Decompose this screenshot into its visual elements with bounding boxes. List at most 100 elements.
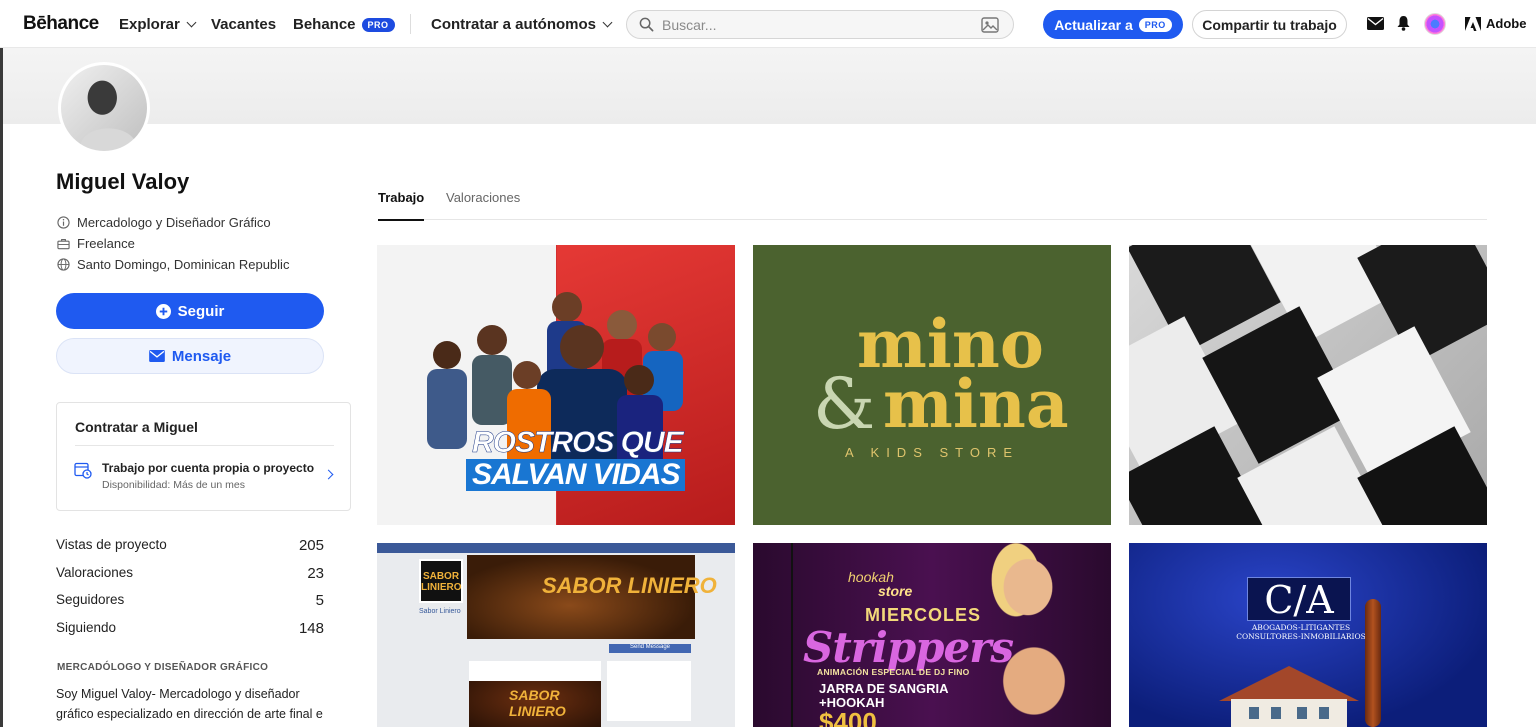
- mail-icon[interactable]: [1367, 17, 1384, 30]
- gavel-illustration: [1365, 599, 1381, 727]
- window-edge: [0, 48, 3, 727]
- search-input[interactable]: [662, 16, 962, 33]
- message-label: Mensaje: [171, 347, 232, 365]
- event-title: Strippers: [803, 623, 1014, 672]
- stat-value: 205: [298, 537, 324, 554]
- calendar-clock-icon: [74, 462, 92, 479]
- profile-avatar-image: [61, 65, 147, 151]
- availability-row: Freelance: [57, 236, 135, 251]
- about-heading: MERCADÓLOGO Y DISEÑADOR GRÁFICO: [57, 662, 269, 673]
- facebook-post: SABOR LINIERO: [469, 661, 601, 727]
- adobe-label: Adobe: [1486, 16, 1527, 31]
- chevron-right-icon: [323, 469, 334, 480]
- hire-card-title: Contratar a Miguel: [75, 419, 198, 435]
- behance-logo[interactable]: Bēhance: [23, 13, 99, 35]
- location-row: Santo Domingo, Dominican Republic: [57, 257, 289, 272]
- facebook-right-column: [607, 661, 691, 721]
- plus-circle-icon: [155, 303, 171, 319]
- follow-button[interactable]: Seguir: [56, 293, 324, 329]
- adobe-logo-icon: [1465, 16, 1481, 31]
- project-card-mino-mina[interactable]: mino & mina A KIDS STORE: [753, 245, 1111, 525]
- chevron-down-icon: [186, 17, 197, 28]
- hire-option-availability: Disponibilidad: Más de un mes: [102, 479, 245, 491]
- hire-card: Contratar a Miguel Trabajo por cuenta pr…: [56, 402, 351, 511]
- subtitle-line1: ABOGADOS-LITIGANTES: [1251, 623, 1351, 632]
- profile-avatar[interactable]: [58, 62, 150, 154]
- divider-line: [791, 543, 793, 727]
- nav-divider: [410, 14, 411, 34]
- share-work-button[interactable]: Compartir tu trabajo: [1192, 10, 1347, 39]
- event-offer: JARRA DE SANGRIA +HOOKAH: [819, 682, 949, 710]
- subtitle-line2: CONSULTORES-INMOBILIARIOS: [1236, 632, 1366, 641]
- occupation-text: Mercadologo y Diseñador Gráfico: [77, 215, 271, 230]
- info-icon: [57, 216, 70, 229]
- profile-cover: [3, 48, 1536, 124]
- post-image: SABOR LINIERO: [469, 681, 601, 727]
- post-brand: SABOR LINIERO: [509, 687, 566, 719]
- hire-freelance-option[interactable]: Trabajo por cuenta propia o proyecto Dis…: [74, 459, 336, 495]
- nav-explore[interactable]: Explorar: [119, 16, 197, 33]
- project-card-abogados[interactable]: C/A ABOGADOS-LITIGANTES CONSULTORES-INMO…: [1129, 543, 1487, 727]
- profile-name: Miguel Valoy: [56, 169, 190, 194]
- stat-label: Vistas de proyecto: [56, 537, 167, 552]
- pro-badge: PRO: [1138, 17, 1172, 32]
- facebook-page-name: Sabor Liniero: [419, 608, 461, 615]
- search-bar[interactable]: [626, 10, 1014, 39]
- facebook-header-bar: [377, 543, 735, 553]
- nav-hire-label: Contratar a autónomos: [431, 16, 597, 33]
- event-subtitle: ANIMACIÓN ESPECIAL DE DJ FINO: [817, 667, 970, 677]
- nav-hire-freelancers[interactable]: Contratar a autónomos: [431, 16, 613, 33]
- brand-ampersand: &: [813, 363, 876, 445]
- offer-line1: JARRA DE SANGRIA: [819, 681, 949, 696]
- chevron-down-icon: [602, 17, 613, 28]
- brand-tagline: A KIDS STORE: [844, 445, 1020, 460]
- store-word: store: [878, 583, 913, 599]
- profile-tabs: Trabajo Valoraciones: [378, 190, 1487, 221]
- stat-following[interactable]: Siguiendo 148: [56, 620, 324, 637]
- project-card-rostros[interactable]: ROSTROS QUE SALVAN VIDAS: [377, 245, 735, 525]
- stat-value: 148: [298, 620, 324, 637]
- law-firm-logo: C/A: [1247, 577, 1351, 622]
- message-button[interactable]: Mensaje: [56, 338, 324, 374]
- globe-icon: [57, 258, 70, 271]
- house-illustration: [1219, 666, 1359, 727]
- stat-label: Seguidores: [56, 592, 125, 607]
- adobe-link[interactable]: Adobe: [1465, 16, 1526, 31]
- project-card-cars[interactable]: [1129, 245, 1487, 525]
- brand-word-mina: mina: [883, 365, 1069, 443]
- hire-option-title: Trabajo por cuenta propia o proyecto: [102, 461, 315, 475]
- headline-line1: ROSTROS QUE: [472, 426, 684, 459]
- stat-project-views: Vistas de proyecto 205: [56, 537, 324, 554]
- top-navigation: Bēhance Explorar Vacantes Behance PRO Co…: [0, 0, 1536, 48]
- location-text: Santo Domingo, Dominican Republic: [77, 257, 290, 272]
- bell-icon[interactable]: [1397, 15, 1410, 31]
- project-card-hookah[interactable]: hookah store MIERCOLES Strippers ANIMACI…: [753, 543, 1111, 727]
- upgrade-pro-button[interactable]: Actualizar a PRO: [1043, 10, 1183, 39]
- occupation-row: Mercadologo y Diseñador Gráfico: [57, 215, 271, 230]
- stat-appreciations: Valoraciones 23: [56, 565, 324, 582]
- divider: [75, 445, 334, 446]
- nav-behance-pro[interactable]: Behance PRO: [293, 16, 395, 33]
- stat-label: Siguiendo: [56, 620, 117, 635]
- nav-behance-label: Behance: [293, 16, 356, 33]
- tab-appreciations[interactable]: Valoraciones: [446, 190, 520, 219]
- stat-followers[interactable]: Seguidores 5: [56, 592, 324, 609]
- nav-explore-label: Explorar: [119, 16, 180, 33]
- pro-badge: PRO: [361, 17, 395, 32]
- nav-jobs[interactable]: Vacantes: [211, 16, 276, 33]
- tab-work[interactable]: Trabajo: [378, 190, 425, 221]
- about-text: Soy Miguel Valoy- Mercadologo y diseñado…: [56, 687, 323, 721]
- search-icon: [639, 17, 654, 32]
- project-card-sabor-liniero[interactable]: SABOR LINIERO SABOR LINIERO Sabor Linier…: [377, 543, 735, 727]
- briefcase-icon: [57, 238, 70, 249]
- image-search-icon[interactable]: [981, 17, 999, 33]
- stat-label: Valoraciones: [56, 565, 134, 580]
- user-avatar[interactable]: [1424, 13, 1446, 35]
- stat-value: 23: [307, 565, 324, 582]
- hookah-logo: hookah store: [848, 569, 912, 599]
- profile-picture-brand: SABOR LINIERO: [421, 571, 462, 593]
- stat-value: 5: [315, 592, 324, 609]
- availability-text: Freelance: [77, 236, 135, 251]
- cover-brand-text: SABOR LINIERO: [542, 573, 717, 598]
- nav-jobs-label: Vacantes: [211, 16, 277, 33]
